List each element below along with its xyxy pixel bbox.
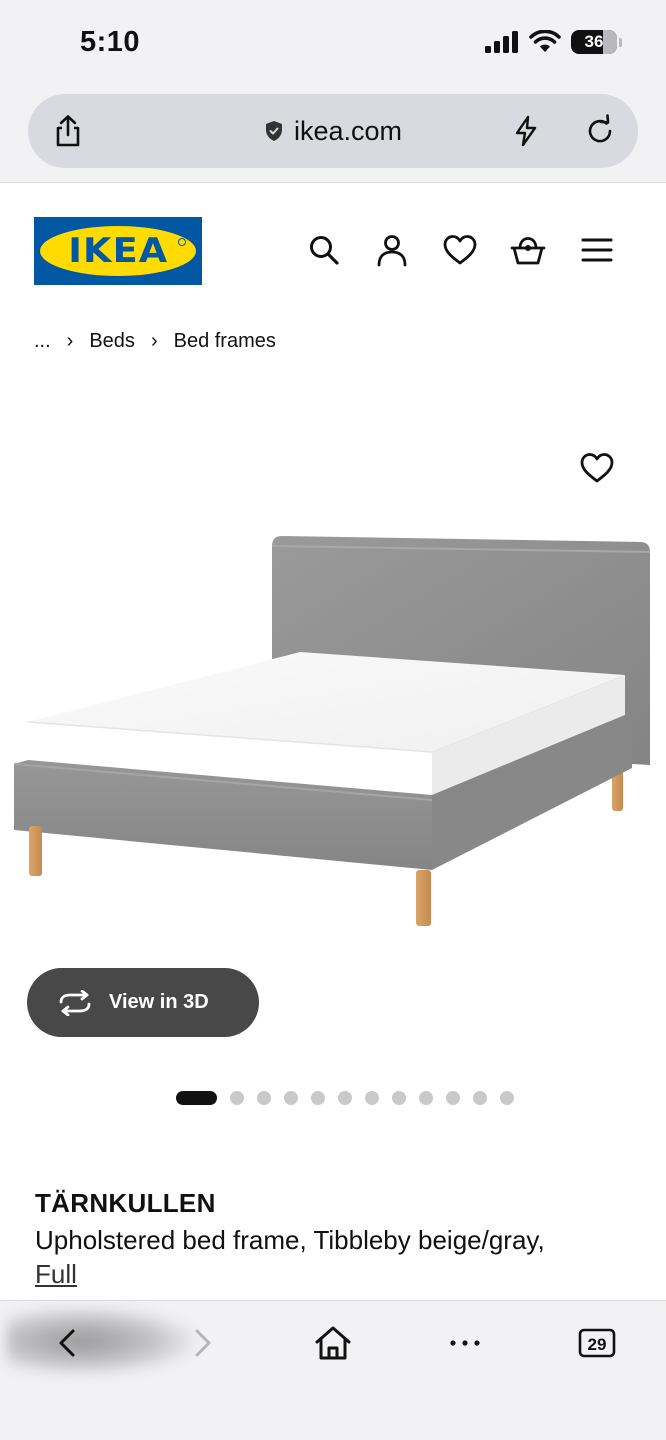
tabs-icon[interactable]: 29 <box>577 1323 617 1363</box>
product-description: Upholstered bed frame, Tibbleby beige/gr… <box>35 1223 635 1291</box>
rotate-3d-icon <box>59 989 91 1016</box>
carousel-dot[interactable] <box>446 1091 460 1105</box>
carousel-dot[interactable] <box>230 1091 244 1105</box>
account-icon[interactable] <box>374 232 410 268</box>
search-icon[interactable] <box>306 232 342 268</box>
breadcrumb-ellipsis[interactable]: ... <box>34 330 51 353</box>
blurred-overlay <box>6 1307 196 1375</box>
status-time: 5:10 <box>80 26 141 58</box>
shield-icon <box>265 121 282 141</box>
menu-icon[interactable] <box>579 232 615 268</box>
breadcrumb-beds[interactable]: Beds <box>89 330 135 353</box>
carousel-dot[interactable] <box>284 1091 298 1105</box>
status-bar: 5:10 36 <box>0 0 666 88</box>
product-image[interactable] <box>0 520 666 950</box>
browser-bottom-bar: 29 <box>0 1300 666 1440</box>
reload-icon[interactable] <box>582 113 618 149</box>
carousel-dot[interactable] <box>473 1091 487 1105</box>
signal-icon <box>485 31 518 53</box>
image-carousel-dots[interactable] <box>176 1091 514 1105</box>
logo-text: IKEA <box>68 231 168 271</box>
status-icons: 36 <box>485 30 622 54</box>
carousel-dot-active[interactable] <box>176 1091 217 1105</box>
battery-icon: 36 <box>571 30 617 54</box>
wifi-icon <box>529 30 561 52</box>
url-text: ikea.com <box>293 115 403 146</box>
view-in-3d-button[interactable]: View in 3D <box>27 968 259 1037</box>
more-icon[interactable] <box>445 1323 485 1363</box>
tab-count: 29 <box>588 1335 607 1354</box>
product-description-text: Upholstered bed frame, Tibbleby beige/gr… <box>35 1225 545 1255</box>
carousel-dot[interactable] <box>311 1091 325 1105</box>
basket-icon[interactable] <box>510 232 546 268</box>
breadcrumb-bed-frames[interactable]: Bed frames <box>174 330 276 353</box>
url-bar[interactable]: ikea.com <box>28 94 638 168</box>
product-name[interactable]: TÄRNKULLEN <box>35 1188 216 1219</box>
carousel-dot[interactable] <box>338 1091 352 1105</box>
breadcrumb: ... › Beds › Bed frames <box>34 330 276 353</box>
chevron-right-icon: › <box>66 330 74 352</box>
home-icon[interactable] <box>313 1323 353 1363</box>
battery-level: 36 <box>584 32 604 51</box>
carousel-dot[interactable] <box>419 1091 433 1105</box>
browser-toolbar: ikea.com <box>0 88 666 183</box>
forward-icon[interactable] <box>182 1323 222 1363</box>
carousel-dot[interactable] <box>365 1091 379 1105</box>
product-size-link[interactable]: Full <box>35 1259 77 1289</box>
carousel-dot[interactable] <box>500 1091 514 1105</box>
chevron-right-icon: › <box>150 330 158 352</box>
heart-icon[interactable] <box>442 232 478 268</box>
carousel-dot[interactable] <box>257 1091 271 1105</box>
ikea-logo[interactable]: IKEA <box>34 217 202 285</box>
carousel-dot[interactable] <box>392 1091 406 1105</box>
view-in-3d-label: View in 3D <box>109 991 209 1013</box>
bolt-icon[interactable] <box>508 113 544 149</box>
back-icon[interactable] <box>48 1323 88 1363</box>
favorite-heart-icon[interactable] <box>578 450 616 486</box>
url-display[interactable]: ikea.com <box>28 94 638 168</box>
